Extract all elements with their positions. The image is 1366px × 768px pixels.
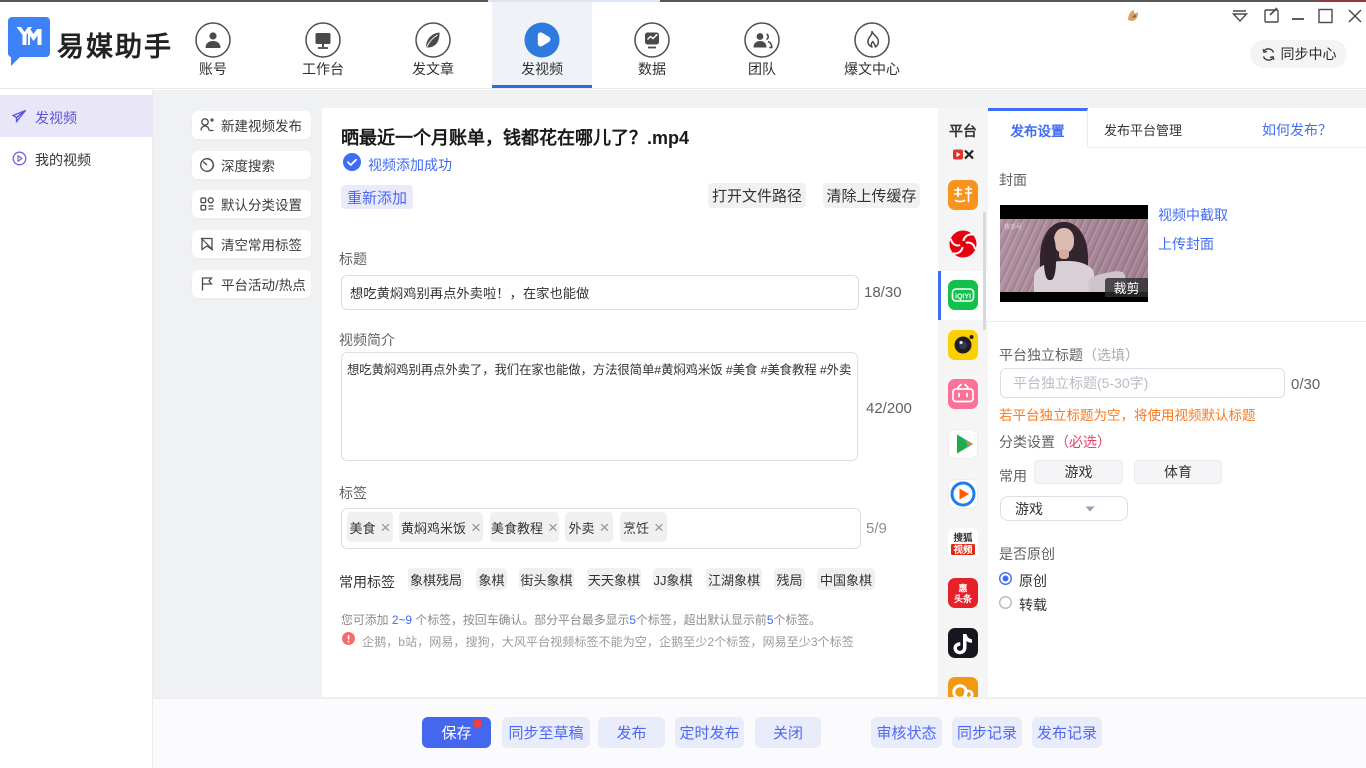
svg-text:iQIYI: iQIYI — [955, 294, 971, 301]
svg-text:惠: 惠 — [958, 583, 967, 594]
svg-text:搜狐: 搜狐 — [953, 532, 973, 544]
svg-text:视频: 视频 — [953, 544, 973, 556]
svg-text:头条: 头条 — [954, 593, 973, 604]
